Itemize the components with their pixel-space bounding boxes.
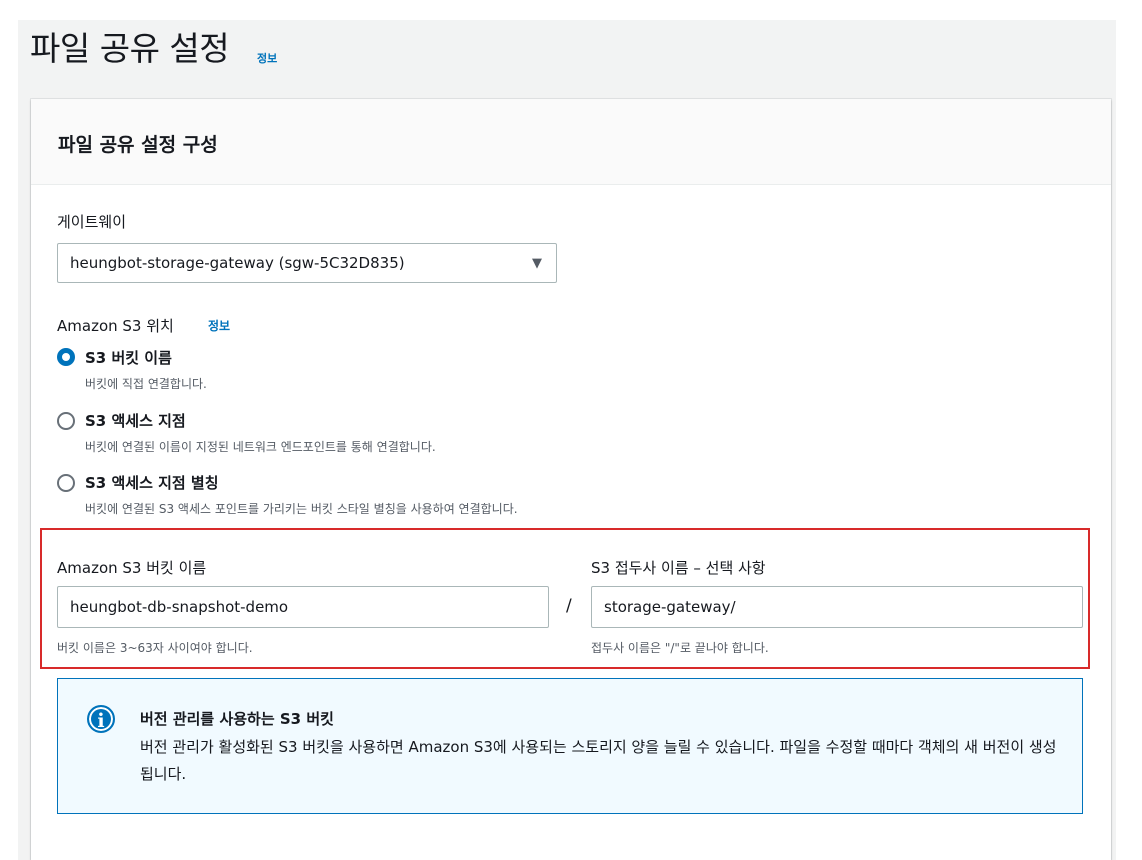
s3-location-label: Amazon S3 위치: [57, 317, 174, 335]
page-title: 파일 공유 설정: [30, 29, 230, 68]
prefix-name-input[interactable]: [591, 586, 1083, 628]
radio-s3-bucket-name[interactable]: [57, 348, 75, 366]
radio-s3-access-point-alias[interactable]: [57, 474, 75, 492]
radio-s3-access-point-description: 버킷에 연결된 이름이 지정된 네트워크 엔드포인트를 통해 연결합니다.: [85, 440, 436, 454]
prefix-name-hint: 접두사 이름은 "/"로 끝나야 합니다.: [591, 641, 769, 655]
gateway-select[interactable]: heungbot-storage-gateway (sgw-5C32D835) …: [57, 243, 557, 283]
info-icon: i: [87, 705, 115, 733]
versioning-info-alert: i 버전 관리를 사용하는 S3 버킷 버전 관리가 활성화된 S3 버킷을 사…: [57, 678, 1083, 814]
alert-body: 버전 관리가 활성화된 S3 버킷을 사용하면 Amazon S3에 사용되는 …: [140, 738, 1057, 783]
panel-header: 파일 공유 설정 구성: [31, 99, 1111, 185]
prefix-name-label: S3 접두사 이름 – 선택 사항: [591, 559, 766, 577]
bucket-name-hint: 버킷 이름은 3~63자 사이여야 합니다.: [57, 641, 253, 655]
panel-title: 파일 공유 설정 구성: [58, 134, 218, 156]
bucket-name-input[interactable]: [57, 586, 549, 628]
bucket-name-label: Amazon S3 버킷 이름: [57, 559, 207, 577]
gateway-select-value: heungbot-storage-gateway (sgw-5C32D835): [70, 254, 405, 272]
radio-s3-access-point-label[interactable]: S3 액세스 지점: [85, 410, 186, 431]
caret-down-icon: ▼: [532, 256, 542, 271]
radio-s3-bucket-name-description: 버킷에 직접 연결합니다.: [85, 377, 207, 391]
path-separator: /: [566, 596, 572, 616]
radio-s3-bucket-name-label[interactable]: S3 버킷 이름: [85, 347, 172, 368]
radio-s3-access-point-alias-description: 버킷에 연결된 S3 액세스 포인트를 가리키는 버킷 스타일 별칭을 사용하여…: [85, 502, 518, 516]
radio-s3-access-point[interactable]: [57, 412, 75, 430]
page-info-link[interactable]: 정보: [257, 50, 277, 66]
gateway-label: 게이트웨이: [57, 213, 127, 231]
s3-location-info-link[interactable]: 정보: [208, 317, 230, 334]
radio-s3-access-point-alias-label[interactable]: S3 액세스 지점 별칭: [85, 472, 219, 493]
alert-title: 버전 관리를 사용하는 S3 버킷: [140, 710, 334, 728]
